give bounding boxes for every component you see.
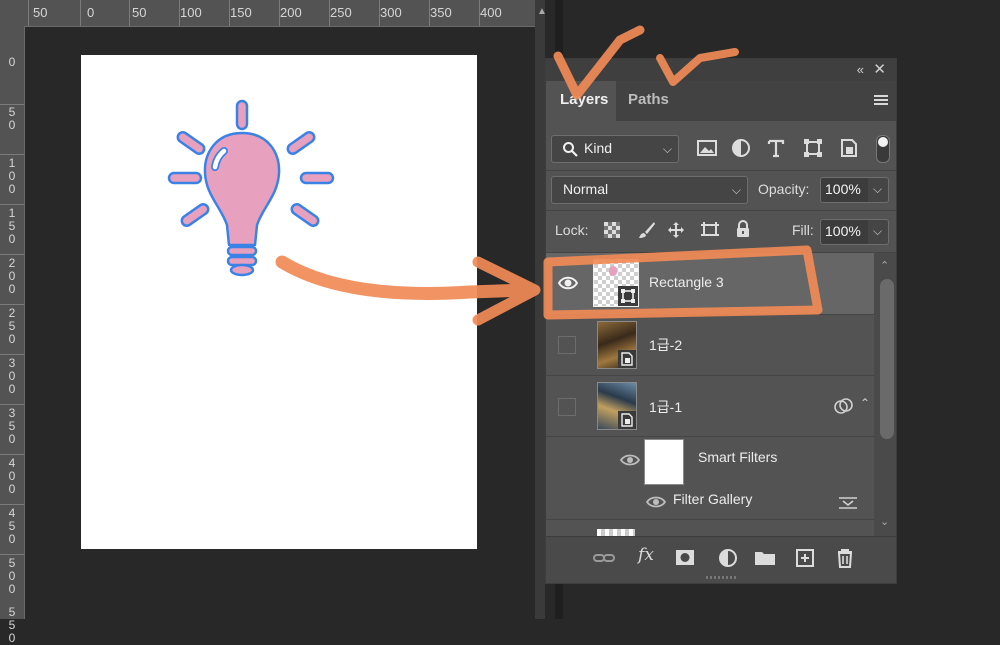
checkmark-paths xyxy=(656,48,739,86)
highlight-box xyxy=(543,245,823,320)
checkmark-layers xyxy=(553,25,645,100)
annotation-overlay xyxy=(275,25,823,326)
